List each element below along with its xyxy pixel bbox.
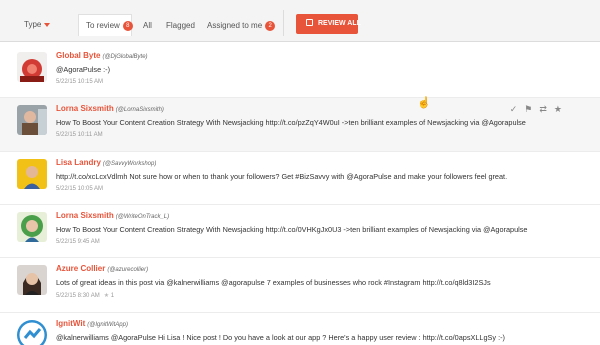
message-text: Lots of great ideas in this post via @ka… [56, 278, 491, 287]
author-name[interactable]: Global Byte [56, 51, 100, 60]
author-name[interactable]: Azure Collier [56, 264, 105, 273]
tab-assigned-label: Assigned to me [207, 21, 263, 31]
author-name[interactable]: Lisa Landry [56, 158, 101, 167]
retweet-icon[interactable]: ⇄ [539, 104, 547, 115]
author-handle[interactable]: (@WriteOnTrack_L) [116, 214, 169, 220]
author-name[interactable]: IgnitWit [56, 319, 85, 328]
star-icon[interactable]: ★ [554, 104, 562, 115]
mouse-pointer-icon: ☝ [417, 97, 431, 109]
to-review-count-badge: 8 [122, 21, 133, 31]
list-item[interactable]: Global Byte (@DjGlobalByte) @AgoraPulse :… [0, 42, 600, 98]
row-actions: ✓ ⚑ ⇄ ★ [503, 104, 562, 115]
avatar [17, 159, 47, 189]
author-name[interactable]: Lorna Sixsmith [56, 211, 114, 220]
message-text: @AgoraPulse :-) [56, 65, 111, 74]
flag-icon[interactable]: ⚑ [524, 104, 532, 115]
list-item[interactable]: IgnitWit (@IgnitWitApp) @kalnerwilliams @… [0, 313, 600, 345]
assigned-count-badge: 2 [265, 21, 276, 31]
list-item[interactable]: Azure Collier (@azurecollier) Lots of gre… [0, 258, 600, 313]
avatar [17, 320, 47, 345]
timestamp: 5/22/15 9:45 AM [56, 239, 100, 245]
timestamp: 5/22/15 10:05 AM [56, 186, 104, 192]
avatar [17, 265, 47, 295]
avatar [17, 212, 47, 242]
message-text: How To Boost Your Content Creation Strat… [56, 225, 528, 234]
review-all-button[interactable]: REVIEW ALL [296, 14, 361, 34]
tab-to-review[interactable]: To review 8 [78, 14, 133, 36]
star-icon: ★ [103, 293, 110, 299]
timestamp: 5/22/15 10:11 AM [56, 132, 103, 138]
author-name[interactable]: Lorna Sixsmith [56, 104, 114, 113]
tab-assigned-to-me[interactable]: Assigned to me 2 [207, 21, 276, 31]
author: Lisa Landry (@SavvyWorkshop) [56, 158, 156, 167]
list-item[interactable]: Lorna Sixsmith (@WriteOnTrack_L) How To B… [0, 205, 600, 258]
tab-all[interactable]: All [143, 21, 152, 30]
message-text: @kalnerwilliams @AgoraPulse Hi Lisa ! Ni… [56, 333, 505, 342]
author: Lorna Sixsmith (@LornaSixsmith) [56, 104, 164, 113]
toolbar-divider [283, 10, 284, 36]
message-list: Global Byte (@DjGlobalByte) @AgoraPulse :… [0, 42, 600, 345]
message-text: How To Boost Your Content Creation Strat… [56, 118, 526, 127]
author-handle[interactable]: (@DjGlobalByte) [102, 54, 147, 60]
author: Lorna Sixsmith (@WriteOnTrack_L) [56, 211, 169, 220]
timestamp-row: 5/22/15 8:30 AM ★ 1 [56, 292, 114, 299]
list-item[interactable]: Lorna Sixsmith (@LornaSixsmith) How To Bo… [0, 98, 600, 152]
author-handle[interactable]: (@azurecollier) [107, 267, 148, 273]
filter-toolbar: Type To review 8 All Flagged Assigned to … [0, 0, 600, 42]
avatar [17, 52, 47, 82]
star-count: 1 [110, 293, 115, 299]
review-all-label: REVIEW ALL [318, 20, 361, 27]
avatar [17, 105, 47, 135]
author: IgnitWit (@IgnitWitApp) [56, 319, 128, 328]
author: Azure Collier (@azurecollier) [56, 264, 148, 273]
timestamp: 5/22/15 10:15 AM [56, 79, 104, 85]
author-handle[interactable]: (@LornaSixsmith) [116, 107, 164, 113]
author-handle[interactable]: (@IgnitWitApp) [87, 322, 128, 328]
list-item[interactable]: Lisa Landry (@SavvyWorkshop) http://t.co/… [0, 152, 600, 205]
type-filter-label: Type [24, 20, 42, 29]
checkbox-icon [306, 19, 313, 26]
type-filter-dropdown[interactable]: Type [24, 20, 51, 29]
tab-flagged[interactable]: Flagged [166, 21, 195, 30]
author-handle[interactable]: (@SavvyWorkshop) [103, 161, 156, 167]
message-text: http://t.co/xcLcxVdlmh Not sure how or w… [56, 172, 508, 181]
caret-down-icon [44, 22, 51, 27]
timestamp: 5/22/15 8:30 AM [56, 293, 100, 299]
tab-to-review-label: To review [86, 21, 120, 31]
check-icon[interactable]: ✓ [510, 104, 518, 115]
author: Global Byte (@DjGlobalByte) [56, 51, 148, 60]
